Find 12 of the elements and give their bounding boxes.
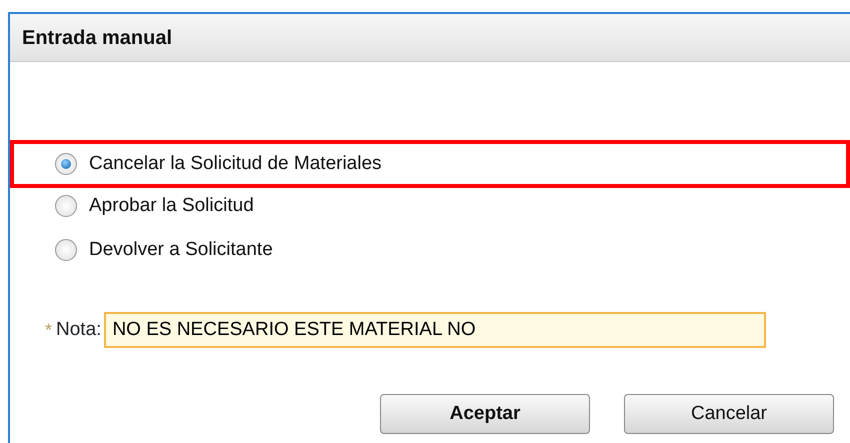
option-label[interactable]: Aprobar la Solicitud	[89, 192, 254, 220]
cancel-button[interactable]: Cancelar	[624, 394, 834, 434]
note-field[interactable]: NO ES NECESARIO ESTE MATERIAL NO	[104, 312, 766, 348]
required-mark: *	[45, 318, 52, 342]
accept-button[interactable]: Aceptar	[380, 394, 590, 434]
option-label[interactable]: Cancelar la Solicitud de Materiales	[89, 150, 382, 178]
dialog-title: Entrada manual	[22, 26, 172, 50]
radio-button[interactable]	[55, 195, 77, 217]
option-label[interactable]: Devolver a Solicitante	[89, 236, 273, 264]
radio-button[interactable]	[55, 153, 77, 175]
note-label: Nota:	[56, 318, 102, 342]
radio-button[interactable]	[55, 239, 77, 261]
